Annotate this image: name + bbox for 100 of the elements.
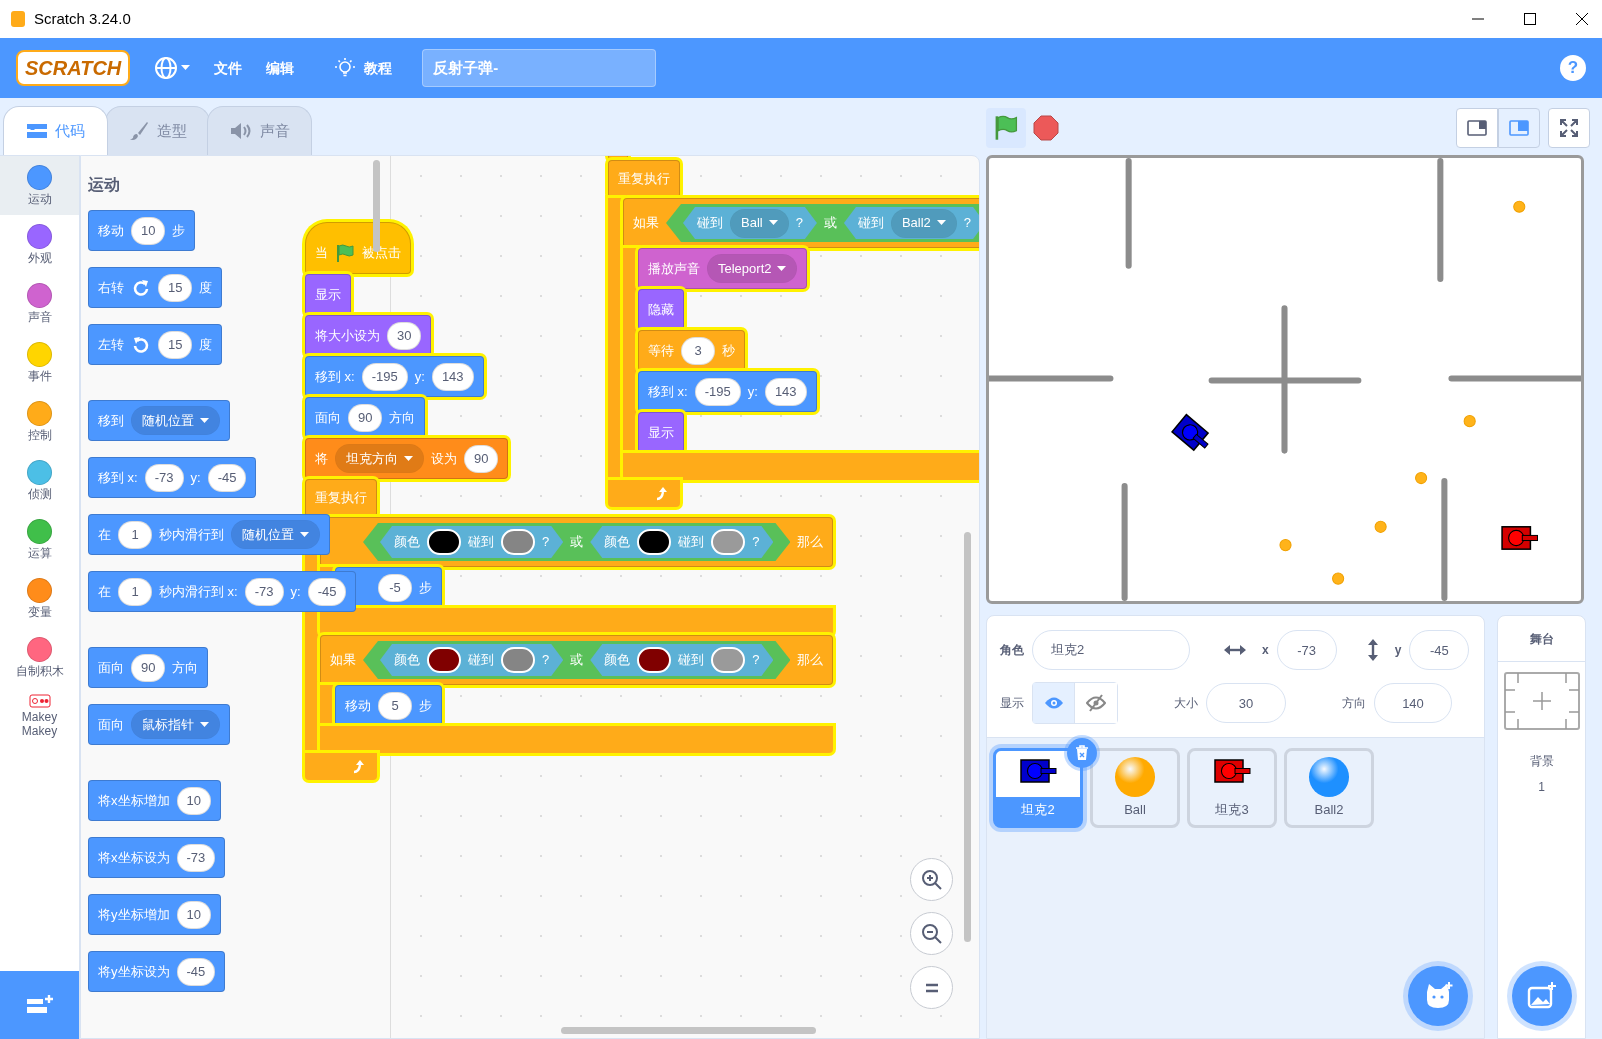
number-input[interactable]: -45	[176, 957, 216, 986]
y-field[interactable]: -45	[1409, 630, 1470, 671]
close-icon[interactable]	[1576, 13, 1588, 25]
sprite-tile[interactable]: Ball2	[1284, 748, 1374, 829]
block-dropdown[interactable]: Teleport2	[707, 254, 798, 283]
code-block[interactable]: 在 1 秒内滑行到 x: -73 y: -45	[88, 571, 357, 612]
color-swatch[interactable]	[501, 529, 535, 555]
code-block[interactable]: 将y坐标设为 -45	[88, 951, 226, 992]
ball-sprite[interactable]	[1415, 471, 1428, 484]
stage-layout-button[interactable]	[1456, 108, 1498, 149]
color-swatch[interactable]	[711, 529, 746, 555]
number-input[interactable]: 10	[131, 216, 166, 245]
c-block-bottom[interactable]	[305, 753, 377, 780]
number-input[interactable]: 15	[158, 330, 193, 359]
scratch-logo[interactable]: SCRATCH	[16, 50, 131, 86]
maximize-icon[interactable]	[1524, 13, 1536, 25]
ball-sprite[interactable]	[1279, 538, 1292, 551]
code-block[interactable]: 面向 鼠标指针	[88, 704, 230, 745]
scrollbar[interactable]	[964, 532, 971, 942]
flag-button[interactable]	[986, 108, 1026, 149]
number-input[interactable]: 1	[118, 520, 152, 549]
code-block[interactable]: 右转 15 度	[88, 267, 223, 308]
block-label: 隐藏	[648, 300, 674, 319]
sprite-tile[interactable]: Ball	[1090, 748, 1180, 829]
number-input[interactable]: -195	[694, 377, 741, 406]
number-input[interactable]: -45	[207, 463, 247, 492]
color-swatch[interactable]	[711, 647, 746, 673]
code-block[interactable]: 移到 随机位置	[88, 400, 230, 441]
number-input[interactable]: 143	[431, 362, 474, 391]
number-input[interactable]: 90	[131, 653, 166, 682]
code-block[interactable]: 将x坐标设为 -73	[88, 837, 226, 878]
fullscreen-button[interactable]	[1548, 108, 1590, 149]
number-input[interactable]: 15	[158, 273, 193, 302]
add-extension-button[interactable]	[0, 971, 79, 1039]
code-block[interactable]: 将大小设为 30	[305, 315, 432, 356]
code-block[interactable]: 移到 x: -73 y: -45	[88, 457, 257, 498]
number-input[interactable]: 30	[387, 321, 422, 350]
delete-button[interactable]	[1067, 738, 1097, 769]
code-block[interactable]: 将 坦克方向 设为 90	[305, 438, 509, 479]
category-item[interactable]: 运动	[0, 156, 79, 215]
c-block-bottom[interactable]	[608, 480, 680, 507]
backdrop-thumbnail[interactable]	[1503, 672, 1580, 731]
number-input[interactable]: -195	[361, 362, 408, 391]
sprite-tile[interactable]: 坦克3	[1187, 748, 1277, 829]
number-input[interactable]: 90	[348, 403, 383, 432]
code-block[interactable]: 隐藏	[638, 289, 684, 330]
zoom-out-button[interactable]	[910, 912, 953, 955]
number-input[interactable]: -73	[176, 843, 216, 872]
color-swatch[interactable]	[427, 647, 461, 673]
show-button[interactable]	[1033, 683, 1075, 724]
code-block[interactable]: 等待 3 秒	[638, 330, 745, 371]
ball-sprite[interactable]	[1332, 572, 1345, 585]
code-block[interactable]: 播放声音 Teleport2	[638, 248, 808, 289]
code-block[interactable]: 将x坐标增加 10	[88, 780, 221, 821]
zoom-reset-button[interactable]	[910, 966, 953, 1009]
number-input[interactable]: 90	[464, 444, 499, 473]
flag-icon	[993, 115, 1019, 142]
number-input[interactable]: -5	[378, 573, 412, 602]
ball-sprite[interactable]	[1513, 200, 1526, 213]
number-input[interactable]: 143	[764, 377, 807, 406]
number-input[interactable]: 5	[378, 691, 412, 720]
scrollbar[interactable]	[561, 1027, 816, 1034]
number-input[interactable]: 10	[176, 900, 211, 929]
block-label: y:	[414, 367, 425, 386]
number-input[interactable]: 10	[176, 786, 211, 815]
code-block[interactable]: 左转 15 度	[88, 324, 223, 365]
color-swatch[interactable]	[637, 529, 672, 555]
color-swatch[interactable]	[501, 647, 535, 673]
zoom-in-button[interactable]	[910, 858, 953, 901]
direction-field[interactable]: 140	[1374, 683, 1452, 724]
code-block[interactable]: 显示	[305, 274, 351, 315]
tank-sprite[interactable]	[1501, 525, 1538, 550]
block-label: 将x坐标增加	[98, 791, 170, 810]
sprite-name-field[interactable]: 坦克2	[1032, 630, 1190, 671]
block-dropdown[interactable]: 鼠标指针	[131, 710, 220, 739]
block-dropdown[interactable]: 随机位置	[131, 406, 220, 435]
x-field[interactable]: -73	[1276, 630, 1337, 671]
number-input[interactable]: 3	[681, 336, 715, 365]
ball-sprite[interactable]	[1463, 414, 1476, 428]
color-swatch[interactable]	[427, 529, 461, 555]
block-dropdown[interactable]: 随机位置	[231, 520, 320, 549]
block-label: 度	[199, 278, 213, 297]
code-block[interactable]: 显示	[638, 412, 684, 453]
code-block[interactable]: 面向 90 方向	[88, 647, 209, 688]
code-block[interactable]: 移到 x: -195 y: 143	[638, 371, 817, 412]
language-button[interactable]	[154, 56, 191, 80]
add-backdrop-button[interactable]	[1512, 966, 1572, 1026]
ball-sprite[interactable]	[1374, 520, 1387, 533]
size-field[interactable]: 30	[1206, 683, 1286, 724]
code-block[interactable]: 面向 90 方向	[305, 397, 426, 438]
number-input[interactable]: -45	[307, 577, 347, 606]
number-input[interactable]: 1	[118, 577, 152, 606]
number-input[interactable]: -73	[144, 463, 184, 492]
code-block[interactable]: 移动 10 步	[88, 210, 196, 251]
code-block[interactable]: 在 1 秒内滑行到 随机位置	[88, 514, 330, 555]
color-swatch[interactable]	[637, 647, 672, 673]
number-input[interactable]: -73	[244, 577, 284, 606]
code-block[interactable]: 移到 x: -195 y: 143	[305, 356, 484, 397]
code-block[interactable]: 移动 5 步	[335, 685, 442, 726]
code-block[interactable]: 将y坐标增加 10	[88, 894, 221, 935]
